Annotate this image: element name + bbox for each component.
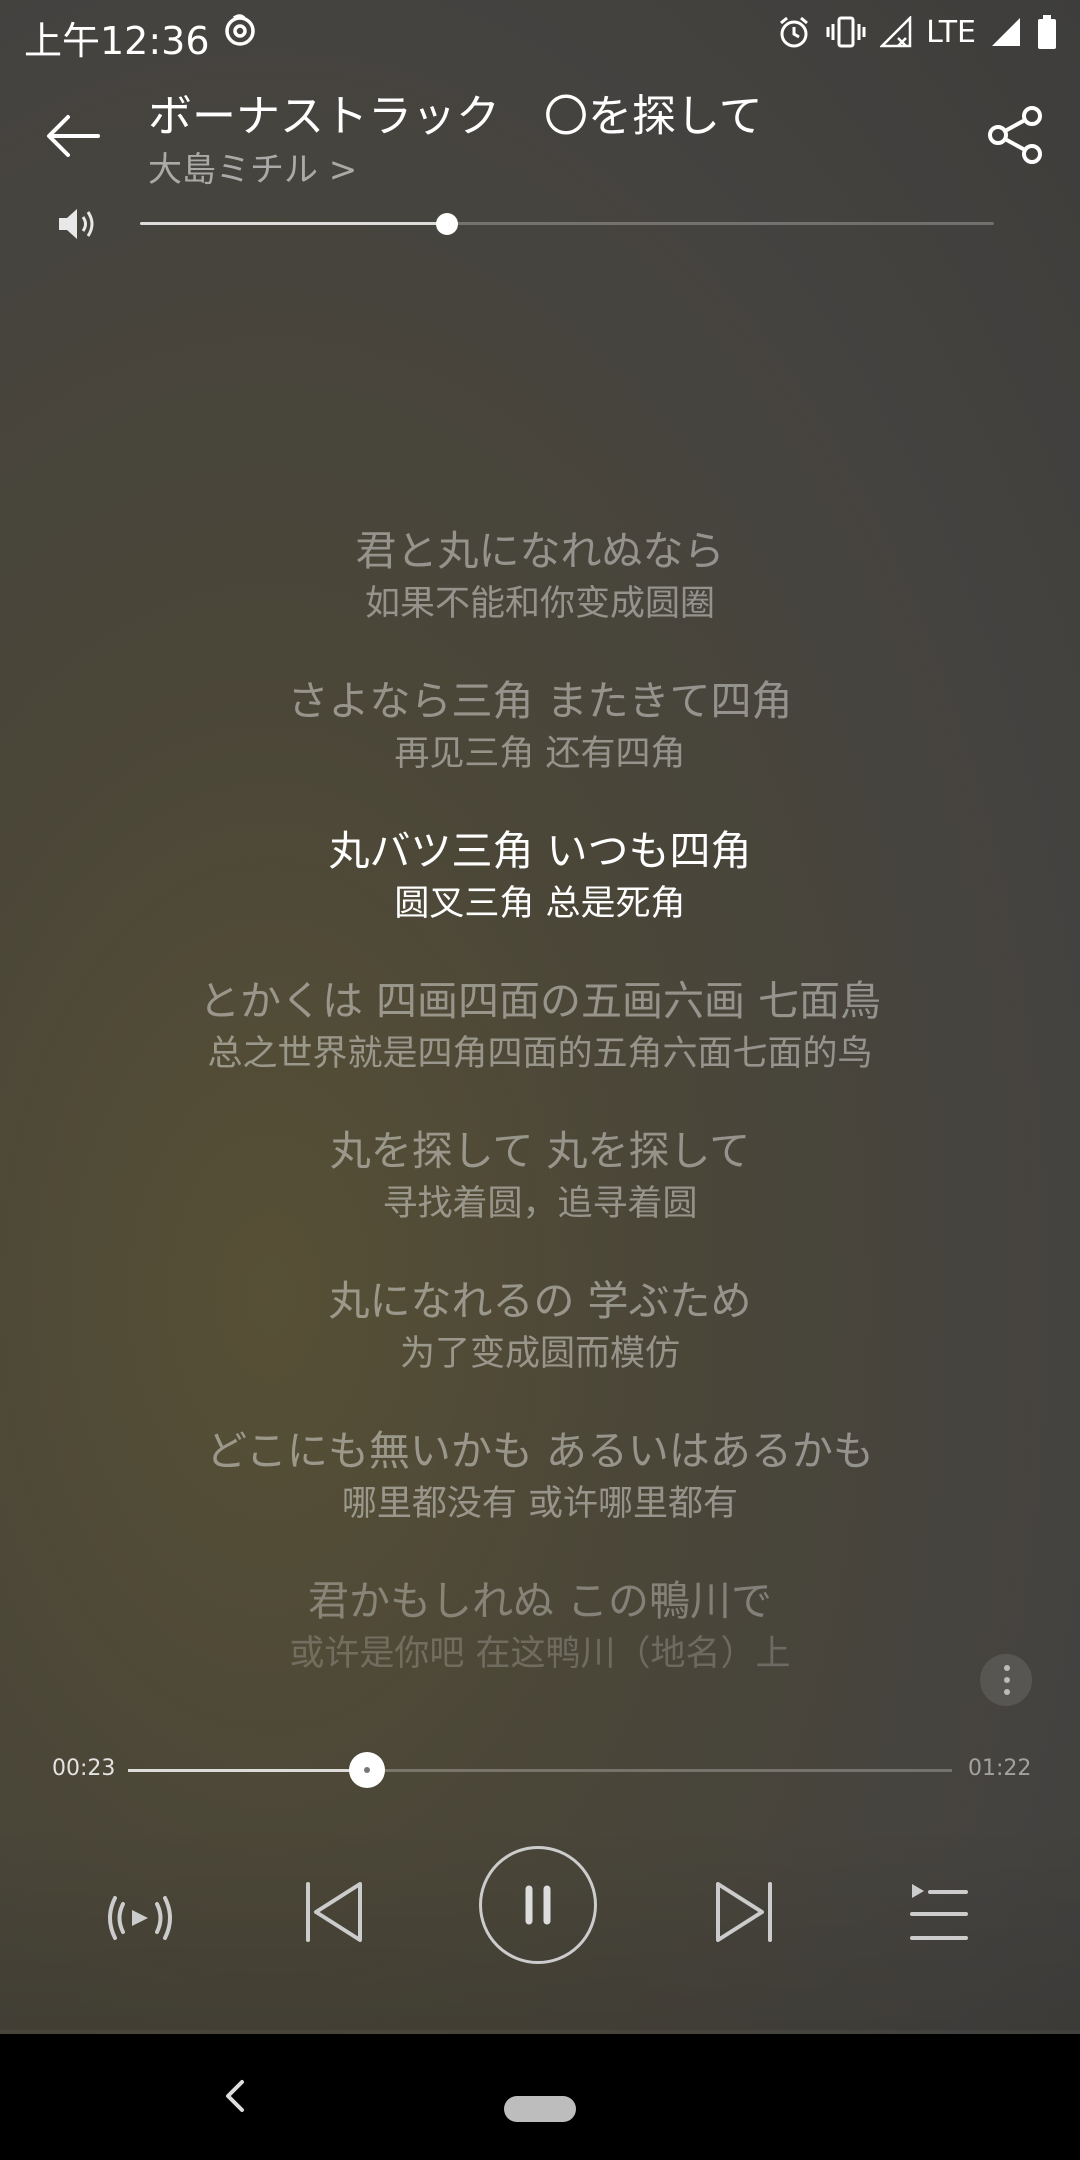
volume-slider[interactable] xyxy=(140,213,994,235)
pause-button[interactable] xyxy=(479,1846,597,1964)
lyric-original: どこにも無いかも あるいはあるかも xyxy=(206,1427,874,1475)
signal-icon xyxy=(992,18,1020,46)
status-bar: 上午12:36 LTE xyxy=(0,0,1080,64)
alarm-icon xyxy=(780,16,809,48)
progress-thumb[interactable] xyxy=(348,1752,385,1788)
radio-broadcast-icon[interactable] xyxy=(104,1882,176,1954)
volume-control xyxy=(0,196,1080,252)
lyric-original: とかくは 四画四面の五画六画 七面鳥 xyxy=(198,977,882,1025)
vibrate-icon xyxy=(826,16,866,48)
speaker-icon[interactable] xyxy=(56,204,98,244)
lyric-translation: 总之世界就是四角四面的五角六面七面的鸟 xyxy=(207,1034,873,1074)
song-title: ボーナストラック 〇を探して xyxy=(148,91,763,142)
battery-icon xyxy=(1038,15,1056,49)
lyric-translation: 圆叉三角 总是死角 xyxy=(394,884,686,924)
pause-icon xyxy=(525,1885,551,1925)
volume-thumb[interactable] xyxy=(436,213,459,235)
playback-progress: 00:23 01:22 xyxy=(0,1750,1080,1794)
lyric-translation: 或许是你吧 在这鸭川（地名）上 xyxy=(289,1634,791,1674)
share-icon[interactable] xyxy=(984,102,1050,168)
lyric-line: どこにも無いかも あるいはあるかも哪里都没有 或许哪里都有 xyxy=(0,1422,1080,1572)
lyric-line: 丸になれるの 学ぶため为了变成圆而模仿 xyxy=(0,1272,1080,1422)
lyric-translation: 寻找着圆，追寻着圆 xyxy=(382,1184,698,1224)
lyric-original: さよなら三角 またきて四角 xyxy=(287,677,793,725)
lyric-translation: 为了变成圆而模仿 xyxy=(399,1334,680,1374)
lyric-original: 丸を探して 丸を探して xyxy=(329,1127,751,1175)
next-icon[interactable] xyxy=(708,1876,780,1948)
lyric-translation: 哪里都没有 或许哪里都有 xyxy=(341,1484,739,1524)
lyric-line: 君と丸になれぬなら如果不能和你变成圆圈 xyxy=(0,522,1080,672)
network-type: LTE xyxy=(926,14,976,50)
signal-icon xyxy=(880,16,912,48)
lyric-original: 君と丸になれぬなら xyxy=(355,527,725,575)
volume-fill xyxy=(140,222,448,225)
lyric-translation: 如果不能和你变成圆圈 xyxy=(364,584,715,624)
home-pill[interactable] xyxy=(504,2096,576,2122)
lyric-line: さよなら三角 またきて四角再见三角 还有四角 xyxy=(0,672,1080,822)
lyric-line: 丸を探して 丸を探して寻找着圆，追寻着圆 xyxy=(0,1122,1080,1272)
back-arrow-icon[interactable] xyxy=(38,100,110,172)
playlist-icon[interactable] xyxy=(904,1878,976,1950)
total-time: 01:22 xyxy=(968,1756,1032,1781)
status-time: 上午12:36 xyxy=(24,19,210,63)
system-nav-bar xyxy=(0,2034,1080,2160)
nav-back-icon[interactable] xyxy=(214,2074,258,2118)
lyric-line: 君かもしれぬ この鴨川で或许是你吧 在这鸭川（地名）上 xyxy=(0,1572,1080,1722)
lyric-translation: 再见三角 还有四角 xyxy=(394,734,686,774)
player-header: ボーナストラック 〇を探して 大島ミチル > xyxy=(0,72,1080,192)
lyric-original: 丸バツ三角 いつも四角 xyxy=(328,827,752,875)
more-options-button[interactable] xyxy=(980,1654,1032,1706)
lyric-original: 君かもしれぬ この鴨川で xyxy=(307,1577,773,1625)
progress-fill xyxy=(128,1769,367,1772)
current-time: 00:23 xyxy=(52,1756,116,1781)
playback-controls xyxy=(0,1820,1080,2030)
artist-link[interactable]: 大島ミチル > xyxy=(148,142,357,191)
netease-music-icon xyxy=(225,14,255,46)
previous-icon[interactable] xyxy=(298,1876,370,1948)
progress-slider[interactable] xyxy=(128,1752,952,1788)
lyric-line: とかくは 四画四面の五画六画 七面鳥总之世界就是四角四面的五角六面七面的鸟 xyxy=(0,972,1080,1122)
lyric-original: 丸になれるの 学ぶため xyxy=(328,1277,752,1325)
lyrics-panel[interactable]: 君と丸になれぬなら如果不能和你变成圆圈さよなら三角 またきて四角再见三角 还有四… xyxy=(0,522,1080,1722)
lyric-line: 丸バツ三角 いつも四角圆叉三角 总是死角 xyxy=(0,822,1080,972)
